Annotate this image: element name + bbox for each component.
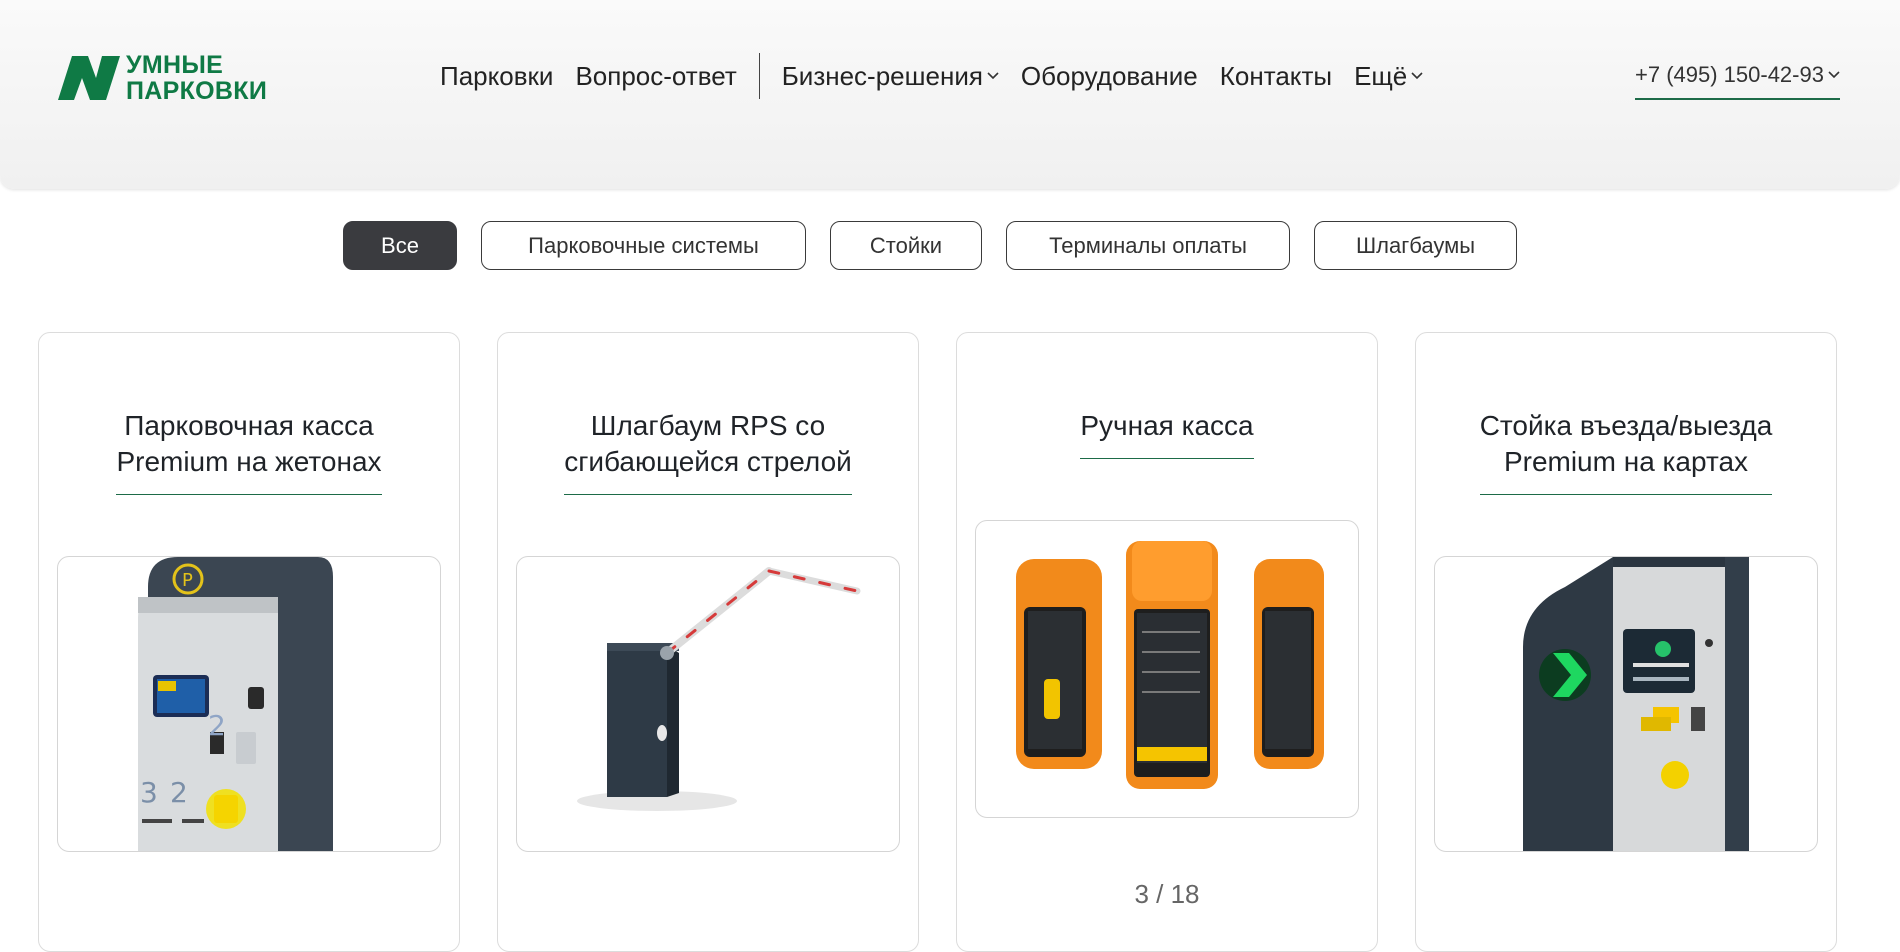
card-title[interactable]: Стойка въезда/выезда Premium на картах	[1416, 408, 1836, 495]
nav-parkings[interactable]: Парковки	[440, 61, 553, 92]
card-title-line-2: Premium на картах	[1503, 446, 1749, 477]
product-card[interactable]: Парковочная касса Premium на жетонах P 2…	[38, 332, 460, 952]
filter-stands[interactable]: Стойки	[830, 221, 982, 270]
nav-equipment[interactable]: Оборудование	[1021, 61, 1198, 92]
nav-faq[interactable]: Вопрос-ответ	[575, 61, 736, 92]
card-title-line-1: Парковочная касса	[124, 410, 374, 441]
svg-text:P: P	[182, 570, 193, 591]
nav-more[interactable]: Ещё	[1354, 61, 1423, 92]
phone-number: +7 (495) 150-42-93	[1635, 62, 1824, 87]
svg-text:3: 3	[140, 776, 158, 809]
token-payment-kiosk-image: P 2 3 2	[138, 557, 333, 851]
site-header: УМНЫЕ ПАРКОВКИ Парковки Вопрос-ответ Биз…	[0, 0, 1900, 189]
phone-dropdown[interactable]: +7 (495) 150-42-93	[1635, 62, 1840, 100]
slide-counter: 3 / 18	[1134, 879, 1200, 909]
card-title-line-2: сгибающейся стрелой	[564, 446, 852, 477]
nav-business[interactable]: Бизнес-решения	[782, 61, 999, 92]
svg-text:2: 2	[208, 709, 226, 742]
card-title-line-1: Шлагбаум RPS со	[590, 410, 826, 441]
logo[interactable]: УМНЫЕ ПАРКОВКИ	[58, 52, 267, 104]
card-title[interactable]: Парковочная касса Premium на жетонах	[39, 408, 459, 495]
barrier-gate-image	[577, 567, 861, 811]
product-image[interactable]	[516, 556, 900, 852]
logo-line-1: УМНЫЕ	[126, 51, 224, 79]
card-title[interactable]: Шлагбаум RPS со сгибающейся стрелой	[498, 408, 918, 495]
category-filters: Все Парковочные системы Стойки Терминалы…	[343, 221, 1541, 270]
chevron-down-icon	[1828, 71, 1840, 79]
card-title[interactable]: Ручная касса	[957, 408, 1377, 459]
nav-more-label: Ещё	[1354, 60, 1408, 91]
chevron-down-icon	[1411, 72, 1423, 80]
product-card[interactable]: Шлагбаум RPS со сгибающейся стрелой	[497, 332, 919, 952]
product-image[interactable]: P 2 3 2	[57, 556, 441, 852]
main-nav: Парковки Вопрос-ответ Бизнес-решения Обо…	[440, 53, 1445, 99]
filter-barriers[interactable]: Шлагбаумы	[1314, 221, 1517, 270]
nav-business-label: Бизнес-решения	[781, 60, 983, 91]
product-image[interactable]	[1434, 556, 1818, 852]
product-card[interactable]: Стойка въезда/выезда Premium на картах	[1415, 332, 1837, 952]
product-card[interactable]: Ручная касса 3 / 18	[956, 332, 1378, 952]
card-title-line-1: Стойка въезда/выезда	[1479, 410, 1773, 441]
chevron-down-icon	[987, 72, 999, 80]
logo-line-2: ПАРКОВКИ	[126, 77, 268, 105]
product-image[interactable]	[975, 520, 1359, 818]
logo-mark-icon	[58, 56, 120, 100]
card-title-line-1: Ручная касса	[1080, 410, 1254, 441]
handheld-pos-terminal-image	[1016, 541, 1324, 789]
nav-divider	[758, 53, 760, 99]
card-entry-stand-image	[1523, 557, 1749, 851]
filter-parking-systems[interactable]: Парковочные системы	[481, 221, 806, 270]
filter-all[interactable]: Все	[343, 221, 457, 270]
svg-text:2: 2	[170, 776, 188, 809]
filter-payment-terminals[interactable]: Терминалы оплаты	[1006, 221, 1290, 270]
card-title-line-2: Premium на жетонах	[116, 446, 382, 477]
nav-contacts[interactable]: Контакты	[1220, 61, 1332, 92]
